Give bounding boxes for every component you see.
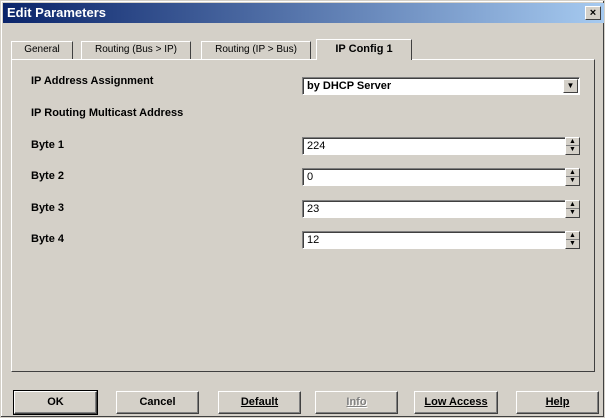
- tab-ip-config-1[interactable]: IP Config 1: [316, 39, 412, 60]
- arrow-down-icon[interactable]: ▼: [568, 240, 577, 247]
- close-button[interactable]: ×: [585, 6, 601, 20]
- arrow-up-icon[interactable]: ▲: [568, 169, 577, 176]
- cancel-button[interactable]: Cancel: [116, 391, 199, 414]
- byte3-label: Byte 3: [31, 202, 65, 214]
- byte2-input[interactable]: 0: [302, 168, 566, 186]
- title-bar: Edit Parameters ×: [3, 3, 604, 23]
- byte4-spinner[interactable]: ▲ ▼: [565, 231, 580, 249]
- ok-label: OK: [47, 396, 64, 408]
- arrow-up-icon[interactable]: ▲: [568, 201, 577, 208]
- byte1-spinner[interactable]: ▲ ▼: [565, 137, 580, 155]
- arrow-down-icon[interactable]: ▼: [568, 209, 577, 216]
- low-access-label: Low Access: [424, 396, 488, 408]
- byte1-input[interactable]: 224: [302, 137, 566, 155]
- tab-general[interactable]: General: [11, 41, 73, 59]
- window-title: Edit Parameters: [7, 5, 106, 20]
- info-button[interactable]: Info: [315, 391, 398, 414]
- byte2-spinner[interactable]: ▲ ▼: [565, 168, 580, 186]
- help-label: Help: [545, 396, 570, 408]
- byte1-value: 224: [307, 140, 326, 152]
- byte2-label: Byte 2: [31, 170, 65, 182]
- arrow-down-icon[interactable]: ▼: [568, 177, 577, 184]
- info-label: Info: [346, 396, 367, 408]
- byte1-label: Byte 1: [31, 139, 65, 151]
- byte4-label: Byte 4: [31, 233, 65, 245]
- chevron-down-icon[interactable]: ▼: [563, 79, 578, 93]
- byte4-input[interactable]: 12: [302, 231, 566, 249]
- default-label: Default: [240, 396, 279, 408]
- tab-routing-ip-bus[interactable]: Routing (IP > Bus): [201, 41, 311, 59]
- byte2-value: 0: [307, 171, 314, 183]
- ip-assignment-value: by DHCP Server: [307, 80, 392, 92]
- byte3-value: 23: [307, 203, 320, 215]
- ok-button[interactable]: OK: [13, 390, 98, 415]
- cancel-label: Cancel: [139, 396, 176, 408]
- close-icon: ×: [589, 7, 597, 19]
- low-access-button[interactable]: Low Access: [414, 391, 498, 414]
- tab-label: IP Config 1: [335, 43, 393, 55]
- tab-label: Routing (IP > Bus): [215, 44, 297, 55]
- tab-routing-bus-ip[interactable]: Routing (Bus > IP): [81, 41, 191, 59]
- default-button[interactable]: Default: [218, 391, 301, 414]
- byte3-input[interactable]: 23: [302, 200, 566, 218]
- ip-assignment-label: IP Address Assignment: [31, 75, 154, 87]
- tab-label: Routing (Bus > IP): [95, 44, 177, 55]
- tab-label: General: [24, 44, 60, 55]
- help-button[interactable]: Help: [516, 391, 599, 414]
- arrow-up-icon[interactable]: ▲: [568, 232, 577, 239]
- arrow-down-icon[interactable]: ▼: [568, 146, 577, 153]
- byte4-value: 12: [307, 234, 320, 246]
- byte3-spinner[interactable]: ▲ ▼: [565, 200, 580, 218]
- arrow-up-icon[interactable]: ▲: [568, 138, 577, 145]
- dialog-window: Edit Parameters × General Routing (Bus >…: [0, 0, 605, 418]
- multicast-heading: IP Routing Multicast Address: [31, 107, 184, 119]
- ip-assignment-select[interactable]: by DHCP Server ▼: [302, 77, 580, 95]
